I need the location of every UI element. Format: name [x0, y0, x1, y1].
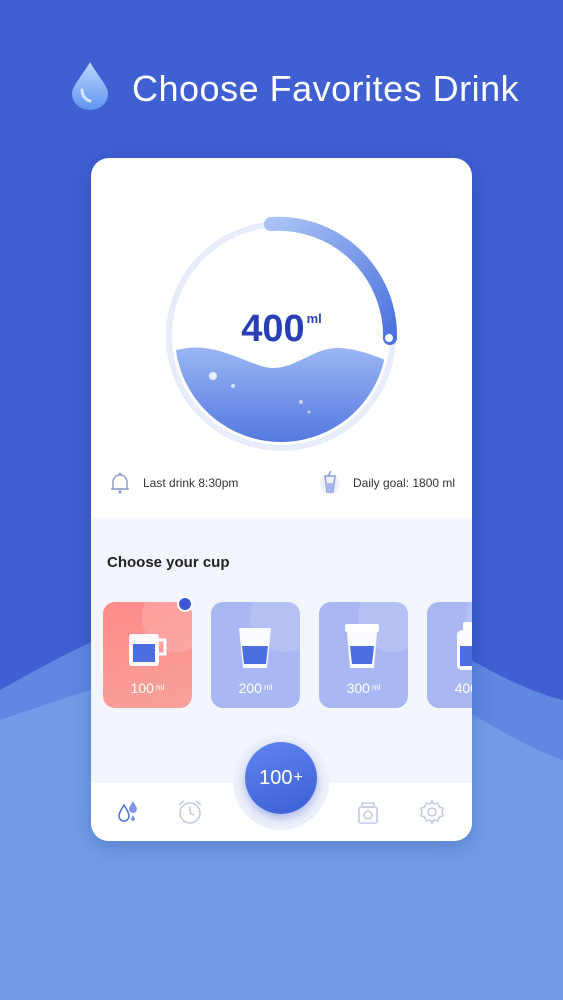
add-drink-plus: + [293, 769, 303, 786]
glass-icon [239, 628, 271, 668]
takeaway-cup-icon [345, 624, 379, 668]
cup-goal-icon [320, 470, 340, 494]
cup-list: 100 ml 200 ml 300 ml 40 [103, 602, 472, 712]
cup-label: 300 ml [346, 680, 381, 696]
intake-value: 400 [241, 308, 305, 350]
cup-option-100[interactable]: 100 ml [103, 602, 192, 708]
alarm-clock-icon[interactable] [175, 797, 205, 827]
cup-label: 100 ml [130, 680, 165, 696]
bell-icon [111, 472, 129, 494]
gear-icon[interactable] [417, 797, 447, 827]
daily-goal-text: Daily goal: 1800 ml [353, 476, 456, 490]
drops-icon[interactable] [113, 797, 143, 827]
main-card: 400 ml Last drink 8:30pm Daily goal: 1800… [91, 158, 472, 841]
add-drink-button[interactable]: 100 + [245, 742, 317, 814]
cup-option-200[interactable]: 200 ml [211, 602, 300, 708]
cup-label: 200 ml [238, 680, 273, 696]
last-drink-stat: Last drink 8:30pm [109, 468, 238, 498]
daily-goal-stat: Daily goal: 1800 ml [319, 468, 455, 498]
intake-readout: 400 ml [91, 308, 472, 351]
mug-icon [129, 634, 167, 666]
stats-row: Last drink 8:30pm Daily goal: 1800 ml [91, 468, 472, 508]
last-drink-text: Last drink 8:30pm [143, 476, 239, 490]
intake-unit: ml [306, 311, 322, 326]
selected-indicator [177, 596, 193, 612]
add-drink-value: 100 [259, 766, 293, 789]
cup-heading: Choose your cup [107, 554, 230, 571]
page-header: Choose Favorites Drink [0, 60, 563, 120]
cup-option-300[interactable]: 300 ml [319, 602, 408, 708]
cup-label: 400ml [454, 680, 472, 696]
page-title: Choose Favorites Drink [132, 68, 520, 109]
bottle-icon [457, 622, 472, 670]
scale-icon[interactable] [353, 797, 383, 827]
water-drop-icon [72, 62, 108, 110]
cup-option-400[interactable]: 400ml [427, 602, 472, 708]
